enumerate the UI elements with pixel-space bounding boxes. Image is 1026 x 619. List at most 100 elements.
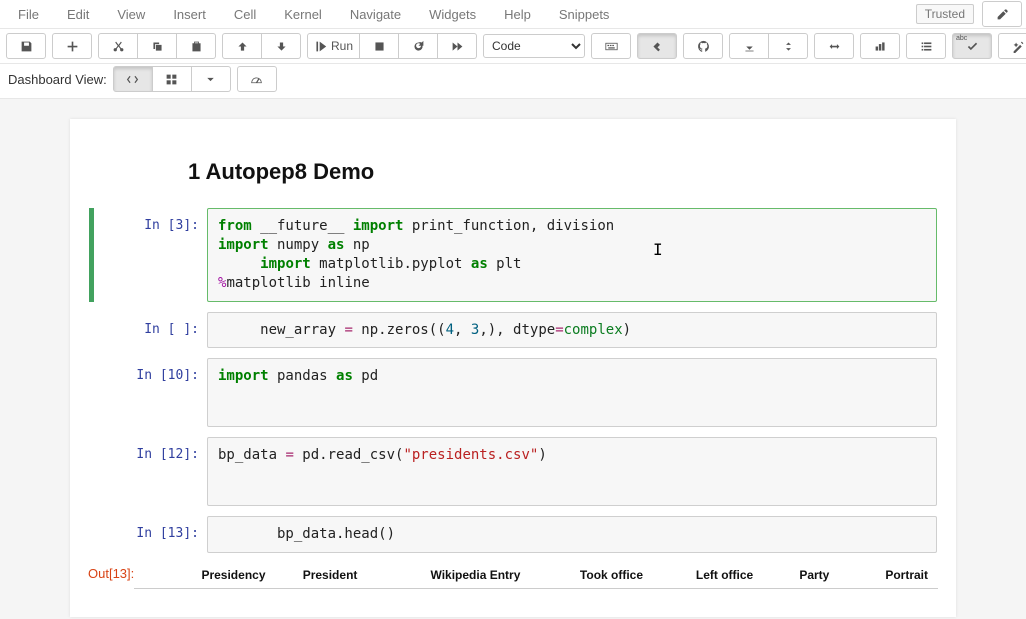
copy-button[interactable] [138, 33, 177, 59]
bar-chart-icon [874, 40, 887, 53]
table-header: President [293, 562, 398, 589]
restart-run-all-button[interactable] [438, 33, 477, 59]
run-label: Run [331, 39, 353, 53]
magic-icon [1012, 40, 1025, 53]
scissors-icon [112, 40, 125, 53]
toolbar: Run Code abc [0, 29, 1026, 64]
move-up-button[interactable] [222, 33, 262, 59]
code-cell[interactable]: In [12]: bp_data = pd.read_csv("president… [88, 436, 938, 507]
dashboard-toolbar: Dashboard View: [0, 64, 1026, 99]
menu-file[interactable]: File [4, 1, 53, 28]
arrow-down-icon [275, 40, 288, 53]
cell-input[interactable]: new_array = np.zeros((4, 3,), dtype=comp… [207, 312, 937, 349]
output-prompt: Out[13]: [88, 562, 134, 589]
collapse-up-button[interactable] [729, 33, 769, 59]
input-prompt: In [12]: [89, 437, 207, 506]
github-button[interactable] [683, 33, 723, 59]
table-header: Took office [553, 562, 670, 589]
text-cursor-icon: I [653, 239, 663, 261]
run-button[interactable]: Run [307, 33, 360, 59]
autopep8-button[interactable] [637, 33, 677, 59]
edit-pencil-button[interactable] [982, 1, 1022, 27]
page-background: 1 Autopep8 Demo In [3]:from __future__ i… [0, 99, 1026, 619]
chevron-up-icon [743, 40, 756, 53]
save-icon [20, 40, 33, 53]
copy-icon [151, 40, 164, 53]
plus-icon [66, 40, 79, 53]
table-header: Party [779, 562, 850, 589]
trusted-badge[interactable]: Trusted [916, 4, 974, 24]
list-button[interactable] [906, 33, 946, 59]
menu-cell[interactable]: Cell [220, 1, 270, 28]
pencil-icon [996, 8, 1009, 21]
github-icon [697, 40, 710, 53]
code-editor[interactable]: new_array = np.zeros((4, 3,), dtype=comp… [218, 321, 926, 340]
paste-icon [190, 40, 203, 53]
cell-type-select[interactable]: Code [483, 34, 585, 58]
gauge-icon [250, 73, 263, 86]
magic-button[interactable] [998, 33, 1026, 59]
refresh-icon [412, 40, 425, 53]
paste-button[interactable] [177, 33, 216, 59]
grid-icon [165, 73, 178, 86]
menu-widgets[interactable]: Widgets [415, 1, 490, 28]
menu-edit[interactable]: Edit [53, 1, 103, 28]
save-button[interactable] [6, 33, 46, 59]
collapse-down-button[interactable] [769, 33, 808, 59]
check-icon [966, 40, 979, 53]
menu-insert[interactable]: Insert [159, 1, 220, 28]
code-cell[interactable]: In [3]:from __future__ import print_func… [88, 207, 938, 303]
dashboard-view-label: Dashboard View: [8, 72, 107, 87]
spellcheck-button[interactable]: abc [952, 33, 992, 59]
menu-kernel[interactable]: Kernel [270, 1, 336, 28]
menu-view[interactable]: View [103, 1, 159, 28]
code-cell[interactable]: In [13]: bp_data.head() [88, 515, 938, 554]
insert-cell-button[interactable] [52, 33, 92, 59]
table-header: Wikipedia Entry [398, 562, 553, 589]
run-icon [314, 40, 327, 53]
interrupt-button[interactable] [360, 33, 399, 59]
output-table: PresidencyPresidentWikipedia EntryTook o… [134, 562, 938, 589]
input-prompt: In [10]: [89, 358, 207, 427]
chart-button[interactable] [860, 33, 900, 59]
stop-icon [373, 40, 386, 53]
keyboard-icon [605, 40, 618, 53]
table-header: Portrait [850, 562, 938, 589]
toggle-width-button[interactable] [814, 33, 854, 59]
updown-icon [782, 40, 795, 53]
restart-button[interactable] [399, 33, 438, 59]
hammer-icon [651, 40, 664, 53]
cell-input[interactable]: import pandas as pd [207, 358, 937, 427]
code-editor[interactable]: bp_data.head() [218, 525, 926, 544]
code-cell[interactable]: In [ ]: new_array = np.zeros((4, 3,), dt… [88, 311, 938, 350]
cut-button[interactable] [98, 33, 138, 59]
menu-help[interactable]: Help [490, 1, 545, 28]
code-editor[interactable]: bp_data = pd.read_csv("presidents.csv") [218, 446, 926, 465]
cell-input[interactable]: bp_data = pd.read_csv("presidents.csv") [207, 437, 937, 506]
input-prompt: In [13]: [89, 516, 207, 553]
fast-forward-icon [451, 40, 464, 53]
dashboard-code-button[interactable] [113, 66, 153, 92]
menu-navigate[interactable]: Navigate [336, 1, 415, 28]
list-icon [920, 40, 933, 53]
code-editor[interactable]: import pandas as pd [218, 367, 926, 386]
move-down-button[interactable] [262, 33, 301, 59]
code-editor[interactable]: from __future__ import print_function, d… [218, 217, 926, 293]
cell-input[interactable]: bp_data.head() [207, 516, 937, 553]
command-palette-button[interactable] [591, 33, 631, 59]
dashboard-caret-button[interactable] [192, 66, 231, 92]
code-cell[interactable]: In [10]: import pandas as pd [88, 357, 938, 428]
input-prompt: In [ ]: [89, 312, 207, 349]
menu-snippets[interactable]: Snippets [545, 1, 624, 28]
table-header: Presidency [174, 562, 292, 589]
arrow-up-icon [236, 40, 249, 53]
input-prompt: In [3]: [89, 208, 207, 302]
output-row: Out[13]: PresidencyPresidentWikipedia En… [88, 562, 938, 589]
cell-input[interactable]: from __future__ import print_function, d… [207, 208, 937, 302]
dashboard-grid-button[interactable] [153, 66, 192, 92]
notebook-heading: 1 Autopep8 Demo [188, 159, 938, 185]
notebook: 1 Autopep8 Demo In [3]:from __future__ i… [70, 119, 956, 617]
arrows-h-icon [828, 40, 841, 53]
dashboard-gauge-button[interactable] [237, 66, 277, 92]
code-icon [126, 73, 139, 86]
